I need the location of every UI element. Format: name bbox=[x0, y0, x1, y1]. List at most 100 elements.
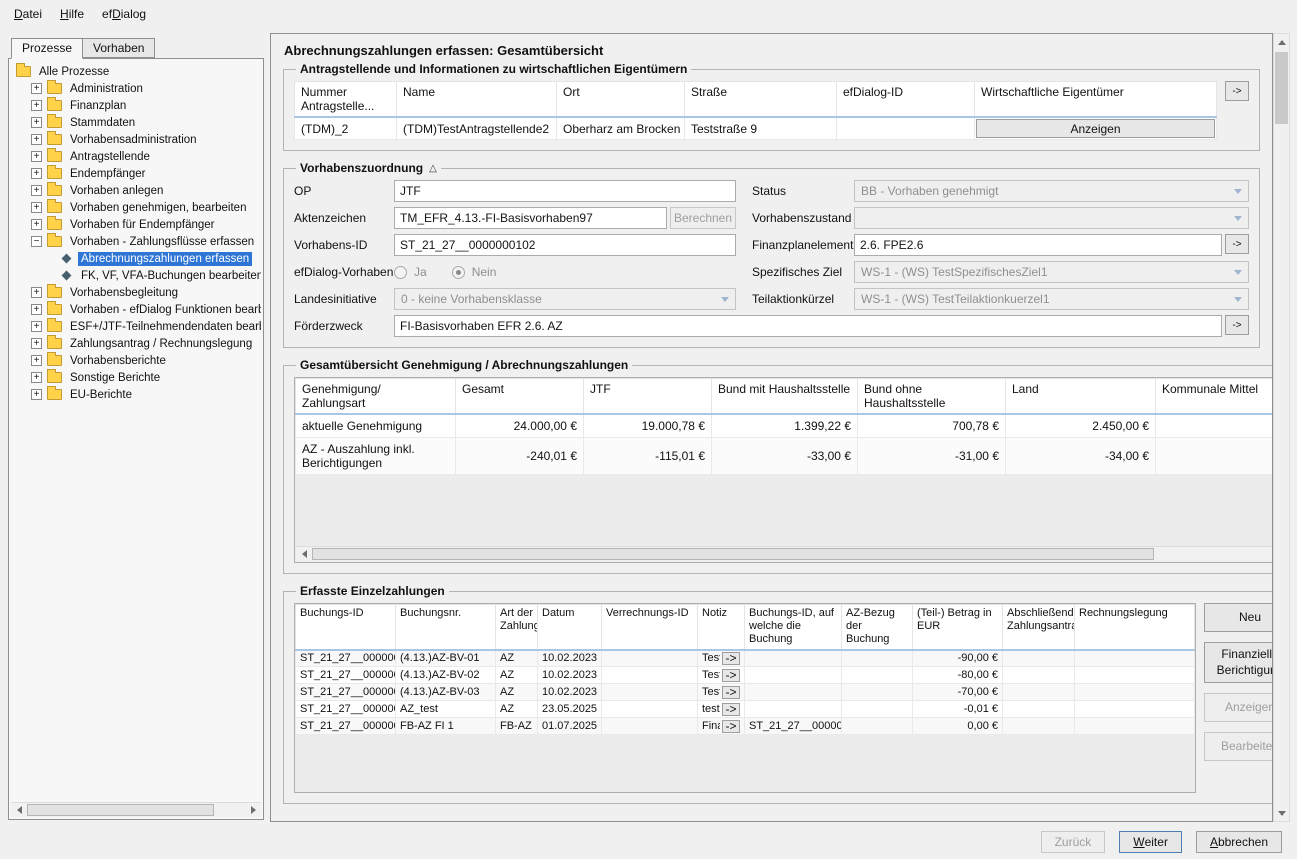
scrollbar-track[interactable] bbox=[312, 547, 1273, 561]
expand-icon[interactable] bbox=[31, 321, 42, 332]
overview-row-genehmigung[interactable]: aktuelle Genehmigung 24.000,00 € 19.000,… bbox=[296, 414, 1274, 438]
payment-row[interactable]: ST_21_27__0000000102 AZ_test AZ 23.05.20… bbox=[296, 701, 1195, 718]
foerderzweck-input[interactable] bbox=[394, 315, 1222, 337]
applicant-row[interactable]: (TDM)_2 (TDM)TestAntragstellende2 Oberha… bbox=[295, 117, 1217, 140]
cell-buchungsnr: AZ_test bbox=[396, 701, 496, 718]
cell-abschliessend bbox=[1003, 701, 1075, 718]
applicants-header-cell: Straße bbox=[685, 82, 837, 118]
applicants-detail-arrow-button[interactable]: -> bbox=[1225, 81, 1249, 101]
efdialog-vorhaben-radio-group: Ja Nein bbox=[394, 265, 496, 279]
weiter-button[interactable]: Weiter bbox=[1119, 831, 1182, 853]
eigentuemer-anzeigen-button[interactable]: Anzeigen bbox=[976, 119, 1215, 138]
tree-item-administration[interactable]: Administration bbox=[11, 80, 261, 97]
expand-icon[interactable] bbox=[31, 202, 42, 213]
tree-item-antragstellende[interactable]: Antragstellende bbox=[11, 148, 261, 165]
tree-item-alle-prozesse[interactable]: Alle Prozesse bbox=[11, 63, 261, 80]
tree-item-zahlungsfluesse[interactable]: Vorhaben - Zahlungsflüsse erfassen bbox=[11, 233, 261, 250]
expand-icon[interactable] bbox=[31, 83, 42, 94]
expand-icon[interactable] bbox=[31, 355, 42, 366]
tree-item-vorhaben-genehmigen[interactable]: Vorhaben genehmigen, bearbeiten bbox=[11, 199, 261, 216]
collapse-icon[interactable] bbox=[31, 236, 42, 247]
applicants-header-cell: efDialog-ID bbox=[837, 82, 975, 118]
tree-item-abrechnungszahlungen[interactable]: Abrechnungszahlungen erfassen bbox=[11, 250, 261, 267]
tree-item-efdialog-funktionen[interactable]: Vorhaben - efDialog Funktionen bearbeite… bbox=[11, 301, 261, 318]
tree-item-fk-vf-vfa[interactable]: FK, VF, VFA-Buchungen bearbeiten bbox=[11, 267, 261, 284]
overview-row-auszahlung[interactable]: AZ - Auszahlung inkl. Berichtigungen -24… bbox=[296, 438, 1274, 475]
scroll-left-button[interactable] bbox=[296, 547, 312, 561]
expand-icon[interactable] bbox=[31, 134, 42, 145]
notiz-detail-button[interactable]: -> bbox=[722, 669, 740, 682]
tree-item-vorhabensbegleitung[interactable]: Vorhabensbegleitung bbox=[11, 284, 261, 301]
tree-item-vorhabensadministration[interactable]: Vorhabensadministration bbox=[11, 131, 261, 148]
tree-item-vorhabensberichte[interactable]: Vorhabensberichte bbox=[11, 352, 261, 369]
op-label: OP bbox=[294, 184, 394, 198]
tree-item-endempfaenger[interactable]: Endempfänger bbox=[11, 165, 261, 182]
vorhabens-id-input[interactable] bbox=[394, 234, 736, 256]
payment-row[interactable]: ST_21_27__0000000102 (4.13.)AZ-BV-03 AZ … bbox=[296, 684, 1195, 701]
abbrechen-button[interactable]: Abbrechen bbox=[1196, 831, 1282, 853]
tree-item-label: Vorhaben - efDialog Funktionen bearbeite… bbox=[67, 303, 261, 317]
tree-item-eu-berichte[interactable]: EU-Berichte bbox=[11, 386, 261, 403]
cell-notiz: Test-> bbox=[698, 684, 745, 701]
aktenzeichen-input[interactable] bbox=[394, 207, 667, 229]
expand-icon[interactable] bbox=[31, 372, 42, 383]
notiz-detail-button[interactable]: -> bbox=[722, 703, 740, 716]
payment-row[interactable]: ST_21_27__0000000102 FB-AZ FI 1 FB-AZ 01… bbox=[296, 718, 1195, 735]
foerderzweck-label: Förderzweck bbox=[294, 319, 394, 333]
finanzplanelement-input[interactable] bbox=[854, 234, 1222, 256]
sidebar-horizontal-scrollbar[interactable] bbox=[11, 802, 261, 817]
folder-icon bbox=[47, 372, 62, 383]
expand-icon[interactable] bbox=[31, 338, 42, 349]
finanzielle-berichtigung-button[interactable]: Finanzielle Berichtigung bbox=[1204, 642, 1273, 683]
tab-vorhaben[interactable]: Vorhaben bbox=[82, 38, 155, 58]
scroll-down-button[interactable] bbox=[1274, 805, 1289, 821]
tab-prozesse[interactable]: Prozesse bbox=[11, 38, 83, 59]
scroll-left-button[interactable] bbox=[11, 803, 27, 817]
gesamtuebersicht-section: Gesamtübersicht Genehmigung / Abrechnung… bbox=[283, 358, 1273, 574]
folder-icon bbox=[47, 168, 62, 179]
finanzplanelement-arrow-button[interactable]: -> bbox=[1225, 234, 1249, 254]
menu-hilfe[interactable]: Hilfe bbox=[51, 2, 93, 26]
menu-efdialog[interactable]: efDialog bbox=[93, 2, 155, 26]
main-vertical-scrollbar[interactable] bbox=[1273, 33, 1290, 822]
expand-icon[interactable] bbox=[31, 304, 42, 315]
scrollbar-thumb[interactable] bbox=[27, 804, 214, 816]
payment-row[interactable]: ST_21_27__0000000102 (4.13.)AZ-BV-01 AZ … bbox=[296, 650, 1195, 667]
tree-item-label: Alle Prozesse bbox=[36, 65, 112, 79]
payments-table-viewport: Buchungs-IDBuchungsnr.Art der ZahlungDat… bbox=[294, 603, 1196, 793]
tree-item-finanzplan[interactable]: Finanzplan bbox=[11, 97, 261, 114]
expand-icon[interactable] bbox=[31, 117, 42, 128]
tree-item-teilnehmendendaten[interactable]: ESF+/JTF-Teilnehmendendaten bearbeiten bbox=[11, 318, 261, 335]
tree-item-zahlungsantrag[interactable]: Zahlungsantrag / Rechnungslegung bbox=[11, 335, 261, 352]
expand-icon[interactable] bbox=[31, 151, 42, 162]
expand-icon[interactable] bbox=[31, 287, 42, 298]
radio-ja bbox=[394, 266, 407, 279]
scrollbar-track[interactable] bbox=[27, 803, 245, 817]
notiz-detail-button[interactable]: -> bbox=[722, 720, 740, 733]
menu-datei[interactable]: Datei bbox=[5, 2, 51, 26]
scroll-up-button[interactable] bbox=[1274, 34, 1289, 50]
expand-icon[interactable] bbox=[31, 219, 42, 230]
overview-horizontal-scrollbar[interactable] bbox=[296, 546, 1273, 561]
neu-button[interactable]: Neu bbox=[1204, 603, 1273, 632]
payments-header-cell: Rechnungslegung bbox=[1075, 605, 1195, 650]
expand-icon[interactable] bbox=[31, 185, 42, 196]
expand-icon[interactable] bbox=[31, 100, 42, 111]
tree-item-vorhaben-anlegen[interactable]: Vorhaben anlegen bbox=[11, 182, 261, 199]
tree-item-vorhaben-fuer-endempfaenger[interactable]: Vorhaben für Endempfänger bbox=[11, 216, 261, 233]
tree-item-stammdaten[interactable]: Stammdaten bbox=[11, 114, 261, 131]
tree-item-sonstige-berichte[interactable]: Sonstige Berichte bbox=[11, 369, 261, 386]
expand-icon[interactable] bbox=[31, 389, 42, 400]
scrollbar-thumb[interactable] bbox=[1275, 52, 1288, 124]
payment-row[interactable]: ST_21_27__0000000102 (4.13.)AZ-BV-02 AZ … bbox=[296, 667, 1195, 684]
tree-item-label: Vorhabensadministration bbox=[67, 133, 200, 147]
scroll-right-button[interactable] bbox=[245, 803, 261, 817]
foerderzweck-arrow-button[interactable]: -> bbox=[1225, 315, 1249, 335]
expand-icon[interactable] bbox=[31, 168, 42, 179]
op-input[interactable] bbox=[394, 180, 736, 202]
scrollbar-thumb[interactable] bbox=[312, 548, 1154, 560]
process-tree-panel: Alle Prozesse Administration Finanzplan … bbox=[8, 58, 264, 820]
scrollbar-track[interactable] bbox=[1274, 50, 1289, 805]
notiz-detail-button[interactable]: -> bbox=[722, 652, 740, 665]
notiz-detail-button[interactable]: -> bbox=[722, 686, 740, 699]
